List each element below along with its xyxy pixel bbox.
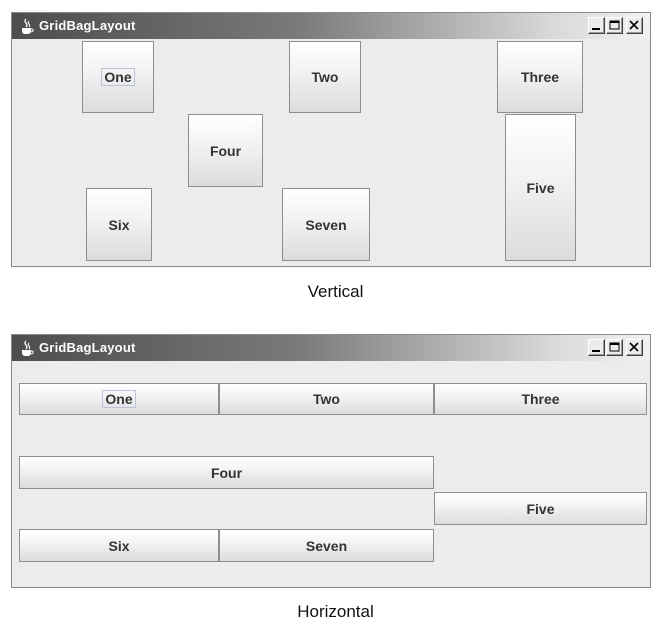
maximize-icon (609, 20, 620, 30)
button-seven-label: Seven (305, 216, 347, 233)
title-bar[interactable]: GridBagLayout (12, 13, 650, 39)
maximize-icon (609, 342, 620, 352)
button-five-label: Five (526, 179, 555, 196)
close-button[interactable] (626, 17, 643, 34)
vertical-content: One Two Three Four Five Six Seven (12, 39, 650, 266)
button-two-label: Two (311, 69, 339, 85)
java-cup-icon (22, 340, 34, 356)
button-four-label: Four (210, 464, 243, 481)
minimize-icon (592, 350, 600, 352)
button-one-label: One (102, 390, 136, 408)
button-two[interactable]: Two (289, 41, 361, 113)
minimize-button[interactable] (588, 17, 605, 34)
maximize-button[interactable] (606, 17, 623, 34)
button-three[interactable]: Three (497, 41, 583, 113)
horizontal-window: GridBagLayout One Two Three Four Five Si… (11, 334, 651, 588)
button-two-label: Two (313, 391, 340, 407)
button-six[interactable]: Six (19, 529, 219, 562)
horizontal-content: One Two Three Four Five Six Seven (12, 361, 650, 587)
window-title: GridBagLayout (39, 18, 136, 33)
close-icon (629, 20, 639, 30)
button-five-label: Five (526, 500, 555, 517)
close-icon (629, 342, 639, 352)
title-bar[interactable]: GridBagLayout (12, 335, 650, 361)
close-button[interactable] (626, 339, 643, 356)
button-one[interactable]: One (19, 383, 219, 415)
minimize-button[interactable] (588, 339, 605, 356)
java-cup-icon (22, 18, 34, 34)
caption-horizontal: Horizontal (297, 602, 374, 621)
button-seven-label: Seven (305, 537, 348, 554)
button-five[interactable]: Five (505, 114, 576, 261)
button-five[interactable]: Five (434, 492, 647, 525)
button-one-label: One (101, 68, 135, 86)
button-two[interactable]: Two (219, 383, 434, 415)
button-four[interactable]: Four (19, 456, 434, 489)
button-one[interactable]: One (82, 41, 154, 113)
button-three[interactable]: Three (434, 383, 647, 415)
button-six[interactable]: Six (86, 188, 152, 261)
button-four-label: Four (209, 142, 242, 159)
window-title: GridBagLayout (39, 340, 136, 355)
maximize-button[interactable] (606, 339, 623, 356)
button-six-label: Six (108, 537, 130, 554)
vertical-window: GridBagLayout One Two Three Four Five Si… (11, 12, 651, 267)
button-three-label: Three (520, 69, 560, 85)
button-three-label: Three (521, 391, 560, 407)
button-four[interactable]: Four (188, 114, 263, 187)
button-seven[interactable]: Seven (219, 529, 434, 562)
button-six-label: Six (108, 216, 130, 233)
minimize-icon (592, 28, 600, 30)
caption-vertical: Vertical (307, 282, 364, 301)
button-seven[interactable]: Seven (282, 188, 370, 261)
